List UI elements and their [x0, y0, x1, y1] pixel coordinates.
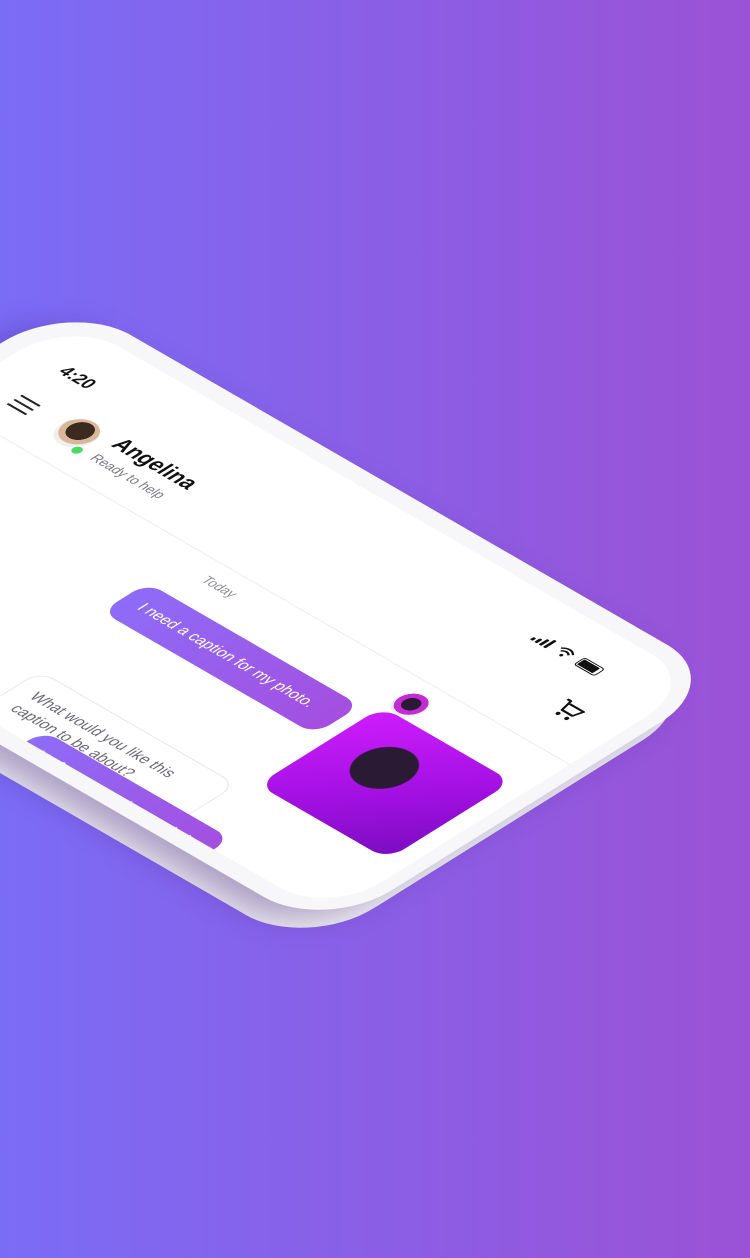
shopping-cart-icon[interactable] [546, 696, 592, 723]
status-icons [529, 632, 606, 677]
day-separator: Today [197, 573, 242, 600]
wifi-icon [559, 647, 575, 657]
status-time: 4:20 [53, 363, 102, 392]
signal-icon [529, 632, 557, 649]
battery-icon [573, 657, 606, 677]
user-message-bubble: I need a caption for my photo. [101, 582, 361, 735]
hamburger-menu-icon[interactable] [6, 394, 41, 416]
phone-mockup: 4:20 Angelina Ready to help Today I need… [0, 300, 729, 933]
marketing-scene: 4:20 Angelina Ready to help Today I need… [0, 0, 750, 1258]
bot-message-bubble: What would you like this caption to be a… [0, 670, 238, 827]
user-photo-attachment[interactable] [257, 706, 513, 860]
